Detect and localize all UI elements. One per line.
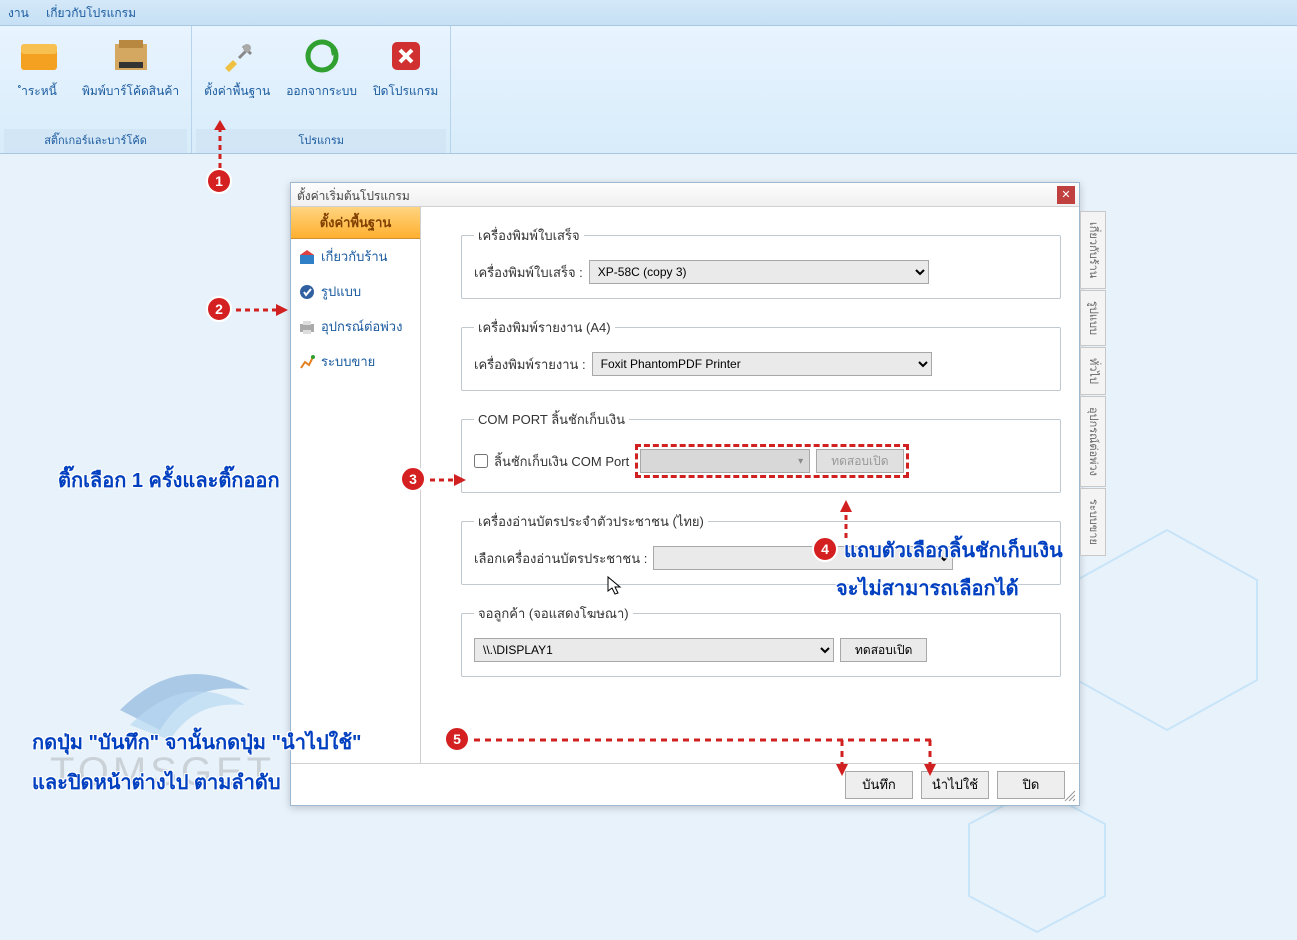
dialog-close-button[interactable]: ✕ [1057, 186, 1075, 204]
sidebar-header: ตั้งค่าพื้นฐาน [291, 207, 420, 239]
annotation-number-1: 1 [206, 168, 232, 194]
annotation-number-3: 3 [400, 466, 426, 492]
vtab-format[interactable]: รูปแบบ [1080, 290, 1106, 346]
format-icon [299, 284, 315, 300]
customer-display-legend: จอลูกค้า (จอแสดงโฆษณา) [474, 603, 633, 624]
ribbon-settings-button[interactable]: ตั้งค่าพื้นฐาน [196, 30, 278, 129]
ribbon-toolbar: ำระหนี้ พิมพ์บาร์โค้ดสินค้า สติ๊กเกอร์แล… [0, 26, 1297, 154]
right-tabs: เกี่ยวกับร้าน รูปแบบ ทั่วไป อุปกรณ์ต่อพ่… [1080, 211, 1104, 557]
ribbon-logout-button[interactable]: ออกจากระบบ [278, 30, 365, 129]
idcard-legend: เครื่องอ่านบัตรประจำตัวประชาชน (ไทย) [474, 511, 708, 532]
sales-icon [299, 354, 315, 370]
ribbon-group-program-label: โปรแกรม [196, 129, 446, 153]
annotation-text-4a: แถบตัวเลือกลิ้นชักเก็บเงิน [844, 534, 1063, 566]
receipt-printer-group: เครื่องพิมพ์ใบเสร็จ เครื่องพิมพ์ใบเสร็จ … [461, 225, 1061, 299]
dialog-titlebar: ตั้งค่าเริ่มต้นโปรแกรม ✕ [291, 183, 1079, 207]
shop-icon [299, 249, 315, 265]
sidebar-item-peripherals[interactable]: อุปกรณ์ต่อพ่วง [291, 309, 420, 344]
annotation-text-4b: จะไม่สามารถเลือกได้ [836, 572, 1019, 604]
ribbon-close-button[interactable]: ปิดโปรแกรม [365, 30, 446, 129]
refresh-icon [302, 36, 342, 76]
report-printer-group: เครื่องพิมพ์รายงาน (A4) เครื่องพิมพ์รายง… [461, 317, 1061, 391]
close-button[interactable]: ปิด [997, 771, 1065, 799]
wallet-icon [19, 36, 59, 76]
sidebar-item-format[interactable]: รูปแบบ [291, 274, 420, 309]
annotation-arrow-3 [428, 472, 468, 488]
report-printer-select[interactable]: Foxit PhantomPDF Printer [592, 352, 932, 376]
vtab-general[interactable]: ทั่วไป [1080, 347, 1106, 395]
cashdrawer-test-button: ทดสอบเปิด [816, 449, 903, 473]
annotation-number-4: 4 [812, 536, 838, 562]
dialog-title-text: ตั้งค่าเริ่มต้นโปรแกรม [297, 189, 410, 203]
report-printer-label: เครื่องพิมพ์รายงาน : [474, 354, 586, 375]
ribbon-barcode-button[interactable]: พิมพ์บาร์โค้ดสินค้า [74, 30, 187, 129]
annotation-number-5: 5 [444, 726, 470, 752]
annotation-number-2: 2 [206, 296, 232, 322]
report-printer-legend: เครื่องพิมพ์รายงาน (A4) [474, 317, 615, 338]
display-test-button[interactable]: ทดสอบเปิด [840, 638, 927, 662]
cashdrawer-label: ลิ้นชักเก็บเงิน COM Port [494, 451, 629, 472]
resize-grip-icon[interactable] [1063, 789, 1077, 803]
annotation-text-5a: กดปุ่ม "บันทึก" จานั้นกดปุ่ม "นำไปใช้" [32, 726, 362, 758]
settings-dialog: ตั้งค่าเริ่มต้นโปรแกรม ✕ ตั้งค่าพื้นฐาน … [290, 182, 1080, 806]
cursor-icon [606, 575, 624, 597]
sidebar-item-about-shop[interactable]: เกี่ยวกับร้าน [291, 239, 420, 274]
printer-icon [299, 319, 315, 335]
cashdrawer-highlight: ทดสอบเปิด [635, 444, 908, 478]
vtab-about-shop[interactable]: เกี่ยวกับร้าน [1080, 211, 1106, 289]
dialog-content: เครื่องพิมพ์ใบเสร็จ เครื่องพิมพ์ใบเสร็จ … [421, 207, 1079, 763]
tools-icon [217, 36, 257, 76]
customer-display-group: จอลูกค้า (จอแสดงโฆษณา) \\.\DISPLAY1 ทดสอ… [461, 603, 1061, 677]
receipt-printer-legend: เครื่องพิมพ์ใบเสร็จ [474, 225, 584, 246]
annotation-arrow-2 [234, 302, 290, 318]
comport-legend: COM PORT ลิ้นชักเก็บเงิน [474, 409, 629, 430]
annotation-arrow-5 [472, 732, 952, 780]
sidebar-item-sales[interactable]: ระบบขาย [291, 344, 420, 379]
annotation-text-3: ติ๊กเลือก 1 ครั้งและติ๊กออก [58, 464, 280, 496]
annotation-text-5b: และปิดหน้าต่างไป ตามลำดับ [32, 766, 281, 798]
vtab-sales[interactable]: ระบบขาย [1080, 488, 1106, 556]
menubar: งาน เกี่ยวกับโปรแกรม [0, 0, 1297, 26]
box-barcode-icon [111, 36, 151, 76]
customer-display-select[interactable]: \\.\DISPLAY1 [474, 638, 834, 662]
comport-group: COM PORT ลิ้นชักเก็บเงิน ลิ้นชักเก็บเงิน… [461, 409, 1061, 493]
vtab-peripherals[interactable]: อุปกรณ์ต่อพ่วง [1080, 396, 1106, 487]
ribbon-group-sticker-label: สติ๊กเกอร์และบาร์โค้ด [4, 129, 187, 153]
cashdrawer-port-select [640, 449, 810, 473]
cashdrawer-checkbox[interactable] [474, 454, 488, 468]
close-app-icon [386, 36, 426, 76]
receipt-printer-select[interactable]: XP-58C (copy 3) [589, 260, 929, 284]
idcard-label: เลือกเครื่องอ่านบัตรประชาชน : [474, 548, 647, 569]
receipt-printer-label: เครื่องพิมพ์ใบเสร็จ : [474, 262, 583, 283]
menu-item-work[interactable]: งาน [8, 6, 29, 20]
ribbon-debt-button[interactable]: ำระหนี้ [4, 30, 74, 129]
menu-item-about[interactable]: เกี่ยวกับโปรแกรม [46, 6, 136, 20]
